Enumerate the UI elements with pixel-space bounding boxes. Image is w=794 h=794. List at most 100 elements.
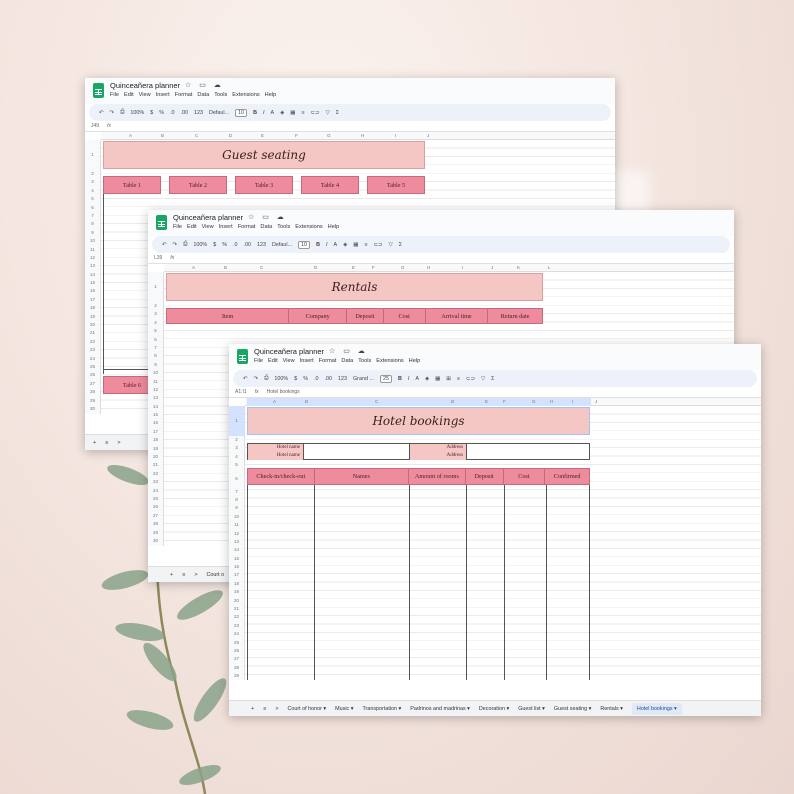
link-icon[interactable]: ⊂⊃	[373, 242, 382, 248]
col-c[interactable]: C	[195, 133, 198, 138]
menu-format[interactable]: Format	[319, 358, 337, 364]
redo-icon[interactable]: ↷	[254, 376, 259, 382]
row-number[interactable]: 21	[229, 605, 244, 613]
menu-data[interactable]: Data	[260, 224, 272, 230]
col-j[interactable]: J	[491, 265, 493, 270]
table-1-header[interactable]: Table 1	[103, 176, 161, 194]
font-select[interactable]: Grand ...	[353, 376, 374, 382]
menu-format[interactable]: Format	[238, 224, 256, 230]
col-h[interactable]: H	[427, 265, 430, 270]
sheets-logo-icon[interactable]	[93, 83, 104, 98]
row-number[interactable]: 6	[85, 204, 100, 212]
font-size-input[interactable]: 25	[379, 374, 392, 383]
row-number[interactable]: 12	[85, 254, 100, 262]
menu-tools[interactable]: Tools	[214, 92, 227, 98]
print-icon[interactable]: ⎙	[183, 241, 187, 248]
tabs-scroll-icon[interactable]: >	[194, 572, 197, 578]
font-size-input[interactable]: 10	[298, 240, 311, 249]
row-number[interactable]: 5	[148, 327, 163, 335]
col-e[interactable]: E	[485, 399, 488, 404]
sheets-logo-icon[interactable]	[156, 215, 167, 230]
row-number[interactable]: 21	[148, 461, 163, 469]
row-number[interactable]: 20	[148, 453, 163, 461]
menu-file[interactable]: File	[173, 224, 182, 230]
undo-icon[interactable]: ↶	[99, 110, 104, 116]
redo-icon[interactable]: ↷	[173, 242, 178, 248]
col-a[interactable]: A	[129, 133, 132, 138]
col-l[interactable]: L	[548, 265, 551, 270]
menu-tools[interactable]: Tools	[358, 358, 371, 364]
row-number[interactable]: 15	[85, 279, 100, 287]
header-cost[interactable]: Cost	[504, 469, 546, 484]
menu-file[interactable]: File	[254, 358, 263, 364]
link-icon[interactable]: ⊂⊃	[310, 110, 319, 116]
decrease-decimal-button[interactable]: .0	[314, 376, 319, 382]
menu-edit[interactable]: Edit	[124, 92, 134, 98]
col-k[interactable]: K	[517, 265, 520, 270]
sheet-title-banner[interactable]: Guest seating	[103, 141, 425, 169]
tab-padrinos-and-madrinas[interactable]: Padrinos and madrinas ▾	[410, 706, 470, 712]
name-box[interactable]: A1:I1	[235, 389, 247, 395]
menu-extensions[interactable]: Extensions	[295, 224, 322, 230]
more-formats-button[interactable]: 123	[194, 110, 203, 116]
filter-icon[interactable]: ▽	[389, 242, 393, 248]
row-number[interactable]: 16	[229, 563, 244, 571]
tab-guest-seating[interactable]: Guest seating ▾	[554, 706, 591, 712]
row-number[interactable]: 11	[148, 378, 163, 386]
menu-insert[interactable]: Insert	[300, 358, 314, 364]
row-number[interactable]: 15	[148, 411, 163, 419]
sheet-title-banner[interactable]: Hotel bookings	[247, 407, 590, 435]
col-j[interactable]: J	[595, 399, 597, 404]
name-box[interactable]: J49	[91, 123, 99, 129]
add-sheet-icon[interactable]: +	[170, 572, 173, 578]
col-e[interactable]: E	[261, 133, 264, 138]
row-number[interactable]: 28	[85, 388, 100, 396]
font-select[interactable]: Defaul...	[272, 242, 292, 248]
col-f[interactable]: F	[372, 265, 375, 270]
redo-icon[interactable]: ↷	[110, 110, 115, 116]
percent-button[interactable]: %	[159, 110, 164, 116]
row-number[interactable]: 13	[85, 262, 100, 270]
row-number[interactable]: 14	[85, 271, 100, 279]
header-return-date[interactable]: Return date	[488, 309, 542, 323]
row-number[interactable]: 8	[85, 220, 100, 228]
doc-title[interactable]: Quinceañera planner	[254, 347, 324, 356]
row-number[interactable]: 26	[148, 503, 163, 511]
col-d[interactable]: D	[229, 133, 232, 138]
col-a[interactable]: A	[273, 399, 276, 404]
menu-help[interactable]: Help	[328, 224, 340, 230]
row-number[interactable]: 3	[229, 444, 244, 452]
row-number[interactable]: 24	[229, 630, 244, 638]
col-h[interactable]: H	[361, 133, 364, 138]
col-j[interactable]: J	[427, 133, 429, 138]
row-number[interactable]: 19	[85, 313, 100, 321]
row-number[interactable]: 5	[85, 195, 100, 203]
row-number[interactable]: 13	[229, 538, 244, 546]
align-icon[interactable]: ≡	[457, 376, 460, 382]
decrease-decimal-button[interactable]: .0	[170, 110, 175, 116]
text-color-icon[interactable]: A	[333, 242, 337, 248]
row-number[interactable]: 27	[85, 380, 100, 388]
row-number[interactable]: 18	[85, 304, 100, 312]
row-number[interactable]: 8	[148, 352, 163, 360]
row-number[interactable]: 16	[85, 287, 100, 295]
row-number[interactable]: 7	[85, 212, 100, 220]
row-number[interactable]: 3	[148, 310, 163, 318]
doc-title[interactable]: Quinceañera planner	[110, 81, 180, 90]
row-number[interactable]: 20	[229, 597, 244, 605]
row-number[interactable]: 21	[85, 329, 100, 337]
row-number[interactable]: 11	[229, 521, 244, 529]
formula-input[interactable]: Hotel bookings	[267, 389, 300, 395]
col-h[interactable]: H	[550, 399, 553, 404]
menu-file[interactable]: File	[110, 92, 119, 98]
menu-format[interactable]: Format	[175, 92, 193, 98]
text-color-icon[interactable]: A	[270, 110, 274, 116]
row-number[interactable]: 22	[148, 470, 163, 478]
sheet-title-banner[interactable]: Rentals	[166, 273, 543, 301]
row-number[interactable]: 29	[229, 672, 244, 680]
row-number[interactable]: 29	[85, 397, 100, 405]
row-number[interactable]: 11	[85, 246, 100, 254]
row-number[interactable]: 19	[148, 445, 163, 453]
name-box[interactable]: L39	[154, 255, 162, 261]
row-number[interactable]: 19	[229, 588, 244, 596]
